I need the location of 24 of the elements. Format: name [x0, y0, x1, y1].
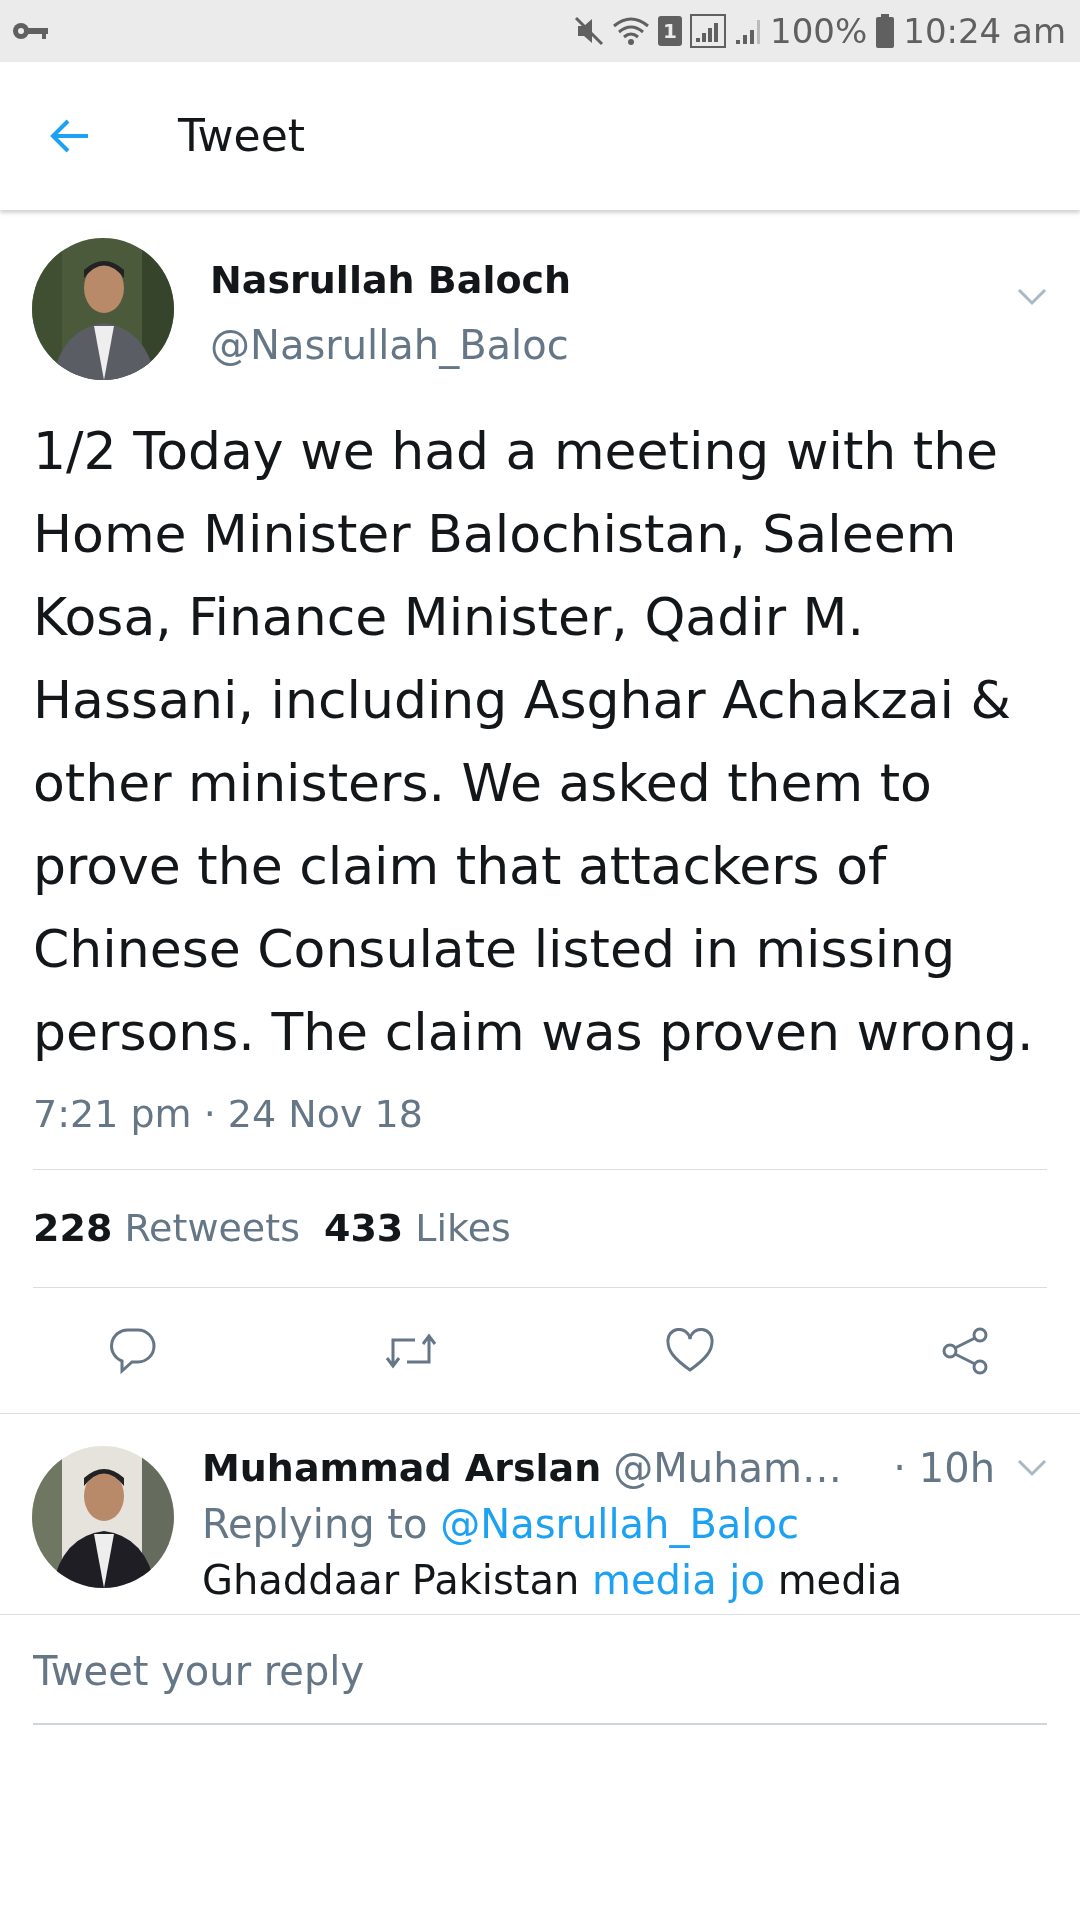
sim-badge: 1	[658, 16, 683, 46]
battery-percent: 100%	[770, 9, 868, 53]
author-name[interactable]: Nasrullah Baloch	[210, 252, 572, 309]
battery-icon	[875, 14, 896, 48]
wifi-icon	[612, 16, 651, 46]
key-icon	[12, 21, 48, 41]
reply-time: · 10h	[893, 1444, 995, 1493]
heart-icon[interactable]	[664, 1327, 715, 1374]
replying-to-label: Replying to	[202, 1501, 428, 1547]
page-title: Tweet	[178, 109, 305, 163]
tweet-text: 1/2 Today we had a meeting with the Home Minister Balochistan, Saleem Kosa, Finance Minister, Qadir M. Hassani, including Asghar Achakzai & other ministers. We asked them to prove the claim that attackers of Chinese Consulate listed in missing persons. The claim was proven wrong.	[33, 420, 1035, 1064]
reply-author-name[interactable]: Muhammad Arslan	[202, 1440, 602, 1496]
mute-icon	[574, 16, 605, 46]
reply-icon[interactable]	[108, 1325, 158, 1376]
like-count[interactable]: 433 Likes	[323, 1200, 511, 1257]
author-handle[interactable]: @Nasrullah_Baloc	[210, 315, 572, 375]
reply-text: Ghaddaar Pakistan media jo media	[202, 1556, 904, 1605]
clock: 10:24 am	[903, 9, 1066, 53]
share-icon[interactable]	[940, 1325, 990, 1376]
reply-author-handle[interactable]: @Muham…	[613, 1440, 843, 1496]
back-arrow-icon[interactable]	[50, 118, 90, 154]
retweet-count[interactable]: 228 Retweets	[33, 1200, 300, 1257]
tweet-timestamp: 7:21 pm · 24 Nov 18	[33, 1091, 424, 1138]
signal-icon	[690, 14, 727, 48]
